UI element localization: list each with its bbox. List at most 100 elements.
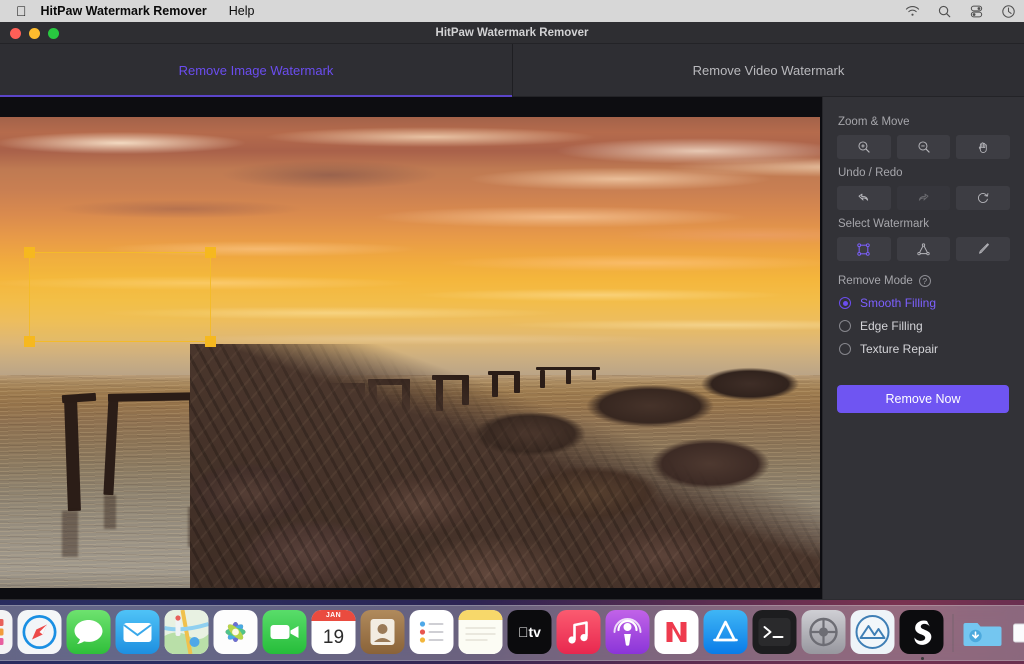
zoom-out-button[interactable]: [897, 135, 951, 159]
lasso-select-button[interactable]: [897, 237, 951, 261]
tab-remove-video-watermark[interactable]: Remove Video Watermark: [512, 44, 1024, 96]
menubar-app-name[interactable]: HitPaw Watermark Remover: [41, 4, 207, 18]
redo-icon: [916, 191, 931, 206]
downloads-folder-icon: [961, 610, 1005, 654]
dock-item-reminders[interactable]: [410, 610, 456, 656]
zoom-in-button[interactable]: [837, 135, 891, 159]
apple-menu-icon[interactable]: : [16, 4, 27, 18]
zoom-button[interactable]: [48, 28, 59, 39]
control-center-icon[interactable]: [969, 4, 984, 19]
resize-handle-top-left[interactable]: [24, 247, 35, 258]
notes-icon: [459, 610, 503, 654]
music-icon: [557, 610, 601, 654]
remove-now-button[interactable]: Remove Now: [837, 385, 1009, 413]
image-canvas[interactable]: [0, 97, 822, 599]
dock-item-facetime[interactable]: [263, 610, 309, 656]
remove-mode-label-text: Remove Mode: [838, 275, 913, 287]
radio-edge-filling[interactable]: Edge Filling: [839, 319, 1010, 333]
facetime-icon: [263, 610, 307, 654]
source-image[interactable]: [0, 117, 820, 588]
brush-select-icon: [975, 241, 991, 257]
apple-tv-icon: tv: [508, 610, 552, 654]
dock-item-apple-tv[interactable]: tv: [508, 610, 554, 656]
undo-redo-label: Undo / Redo: [838, 167, 1010, 179]
radio-smooth-filling[interactable]: Smooth Filling: [839, 296, 1010, 310]
radio-label: Edge Filling: [860, 319, 923, 333]
zoom-move-label-text: Zoom & Move: [838, 116, 910, 128]
pan-button[interactable]: [956, 135, 1010, 159]
dock-item-app-store[interactable]: [704, 610, 750, 656]
hand-pan-icon: [976, 140, 990, 154]
lasso-select-icon: [916, 242, 931, 257]
dock-item-safari[interactable]: [18, 610, 64, 656]
running-indicator: [921, 657, 924, 660]
dock-item-terminal[interactable]: [753, 610, 799, 656]
dock-item-downloads-folder[interactable]: [961, 610, 1007, 656]
resize-handle-bottom-right[interactable]: [205, 336, 216, 347]
zoom-move-label: Zoom & Move: [838, 116, 1010, 128]
calendar-month: JAN: [312, 610, 356, 621]
reset-button[interactable]: [956, 186, 1010, 210]
rectangle-select-icon: [856, 242, 871, 257]
search-icon[interactable]: [937, 4, 952, 19]
dock-item-screenshot-file[interactable]: [1010, 610, 1024, 656]
radio-texture-repair[interactable]: Texture Repair: [839, 342, 1010, 356]
calendar-day: 19: [323, 621, 344, 654]
tab-remove-image-watermark[interactable]: Remove Image Watermark: [0, 44, 512, 96]
select-watermark-label-text: Select Watermark: [838, 218, 929, 230]
mail-icon: [116, 610, 160, 654]
app-window: HitPaw Watermark Remover Remove Image Wa…: [0, 22, 1024, 600]
launchpad-icon: [0, 610, 13, 654]
undo-redo-label-text: Undo / Redo: [838, 167, 903, 179]
minimize-button[interactable]: [29, 28, 40, 39]
app-store-icon: [704, 610, 748, 654]
undo-button[interactable]: [837, 186, 891, 210]
undo-redo-button-row: [837, 186, 1010, 210]
system-preferences-icon: [802, 610, 846, 654]
close-button[interactable]: [10, 28, 21, 39]
dock-item-mail[interactable]: [116, 610, 162, 656]
select-watermark-label: Select Watermark: [838, 218, 1010, 230]
help-icon[interactable]: ?: [919, 275, 931, 287]
dock-item-news[interactable]: [655, 610, 701, 656]
dock-item-system-preferences[interactable]: [802, 610, 848, 656]
dock-divider: [953, 614, 954, 652]
dock-item-photos[interactable]: [214, 610, 260, 656]
water-reflection: [62, 511, 78, 557]
wifi-icon[interactable]: [905, 4, 920, 19]
dock-item-calendar[interactable]: JAN 19: [312, 610, 358, 656]
rectangle-select-button[interactable]: [837, 237, 891, 261]
contacts-icon: [361, 610, 405, 654]
podcasts-icon: [606, 610, 650, 654]
dock-item-maps[interactable]: [165, 610, 211, 656]
redo-button[interactable]: [897, 186, 951, 210]
reminders-icon: [410, 610, 454, 654]
zoom-in-icon: [857, 140, 871, 154]
dock-item-launchpad[interactable]: [0, 610, 15, 656]
dock-item-podcasts[interactable]: [606, 610, 652, 656]
siri-clock-icon[interactable]: [1001, 4, 1016, 19]
radio-indicator: [839, 343, 851, 355]
dock-item-contacts[interactable]: [361, 610, 407, 656]
dock-item-notes[interactable]: [459, 610, 505, 656]
window-titlebar[interactable]: HitPaw Watermark Remover: [0, 22, 1024, 44]
watermark-selection-marquee[interactable]: [29, 252, 211, 342]
radio-label: Smooth Filling: [860, 296, 936, 310]
brush-select-button[interactable]: [956, 237, 1010, 261]
macos-menu-bar:  HitPaw Watermark Remover Help: [0, 0, 1024, 22]
dock-item-messages[interactable]: [67, 610, 113, 656]
menubar-item-help[interactable]: Help: [229, 4, 255, 18]
hitpaw-icon: [900, 610, 944, 654]
zoom-out-icon: [917, 140, 931, 154]
dock-item-mountain-app[interactable]: [851, 610, 897, 656]
mountain-app-icon: [851, 610, 895, 654]
window-title: HitPaw Watermark Remover: [436, 27, 589, 39]
zoom-move-button-row: [837, 135, 1010, 159]
dock-item-music[interactable]: [557, 610, 603, 656]
resize-handle-bottom-left[interactable]: [24, 336, 35, 347]
resize-handle-top-right[interactable]: [205, 247, 216, 258]
dock-item-hitpaw-watermark-remover[interactable]: [900, 610, 946, 656]
macos-dock: JAN 19: [0, 605, 1024, 661]
tab-bar: Remove Image Watermark Remove Video Wate…: [0, 44, 1024, 97]
terminal-icon: [753, 610, 797, 654]
